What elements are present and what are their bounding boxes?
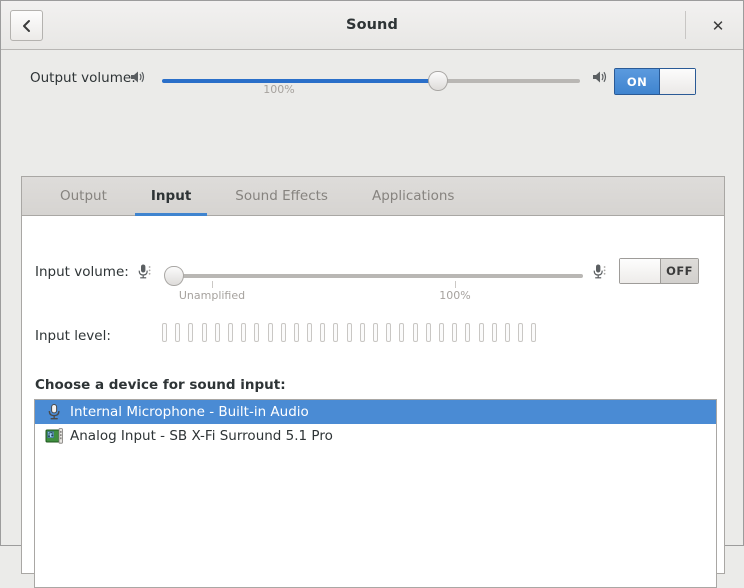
slider-trough xyxy=(438,79,580,83)
tab-output[interactable]: Output xyxy=(38,177,129,215)
page-title: Sound xyxy=(1,17,743,33)
input-level-segment xyxy=(254,323,259,342)
sound-settings-window: Sound ✕ Output volume: 100% xyxy=(0,0,744,546)
output-volume-toggle[interactable]: ON xyxy=(614,68,696,95)
chevron-left-icon xyxy=(21,19,32,33)
input-level-segment xyxy=(452,323,457,342)
input-level-segment xyxy=(175,323,180,342)
input-level-segment xyxy=(215,323,220,342)
input-level-segment xyxy=(518,323,523,342)
output-volume-label: Output volume: xyxy=(30,70,136,86)
input-level-segment xyxy=(241,323,246,342)
tab-label: Input xyxy=(151,188,191,204)
input-volume-toggle[interactable]: OFF xyxy=(619,258,699,284)
input-level-segment xyxy=(307,323,312,342)
input-level-segment xyxy=(531,323,536,342)
toggle-knob xyxy=(659,69,695,94)
microphone-icon xyxy=(137,263,153,284)
close-button[interactable]: ✕ xyxy=(705,13,731,39)
toggle-state-label: OFF xyxy=(661,259,698,283)
tab-label: Sound Effects xyxy=(235,188,328,204)
tab-sound-effects[interactable]: Sound Effects xyxy=(213,177,350,215)
output-volume-slider[interactable] xyxy=(162,78,580,84)
slider-tick xyxy=(455,281,456,288)
settings-notebook: Output Input Sound Effects Applications … xyxy=(21,176,725,574)
input-level-segment xyxy=(373,323,378,342)
slider-mark-label: 100% xyxy=(415,289,495,302)
output-volume-row: Output volume: 100% xyxy=(1,50,744,126)
input-level-segment xyxy=(347,323,352,342)
microphone-icon xyxy=(43,401,65,423)
input-level-segment xyxy=(360,323,365,342)
input-volume-label: Input volume: xyxy=(35,264,129,280)
tab-label: Output xyxy=(60,188,107,204)
input-level-segment xyxy=(228,323,233,342)
tab-applications[interactable]: Applications xyxy=(350,177,476,215)
sound-card-icon xyxy=(43,425,65,447)
input-level-segment xyxy=(294,323,299,342)
device-name: Analog Input - SB X-Fi Surround 5.1 Pro xyxy=(70,428,333,444)
list-item[interactable]: Analog Input - SB X-Fi Surround 5.1 Pro xyxy=(35,424,716,448)
speaker-volume-icon xyxy=(592,69,610,89)
input-level-segment xyxy=(333,323,338,342)
slider-mark-label: Unamplified xyxy=(162,289,262,302)
output-volume-value: 100% xyxy=(239,83,319,96)
close-icon: ✕ xyxy=(712,19,725,34)
titlebar: Sound ✕ xyxy=(1,1,743,50)
input-level-segment xyxy=(465,323,470,342)
input-level-segment xyxy=(188,323,193,342)
speaker-volume-icon xyxy=(130,69,148,89)
back-button[interactable] xyxy=(10,10,43,41)
input-level-segment xyxy=(320,323,325,342)
device-name: Internal Microphone - Built-in Audio xyxy=(70,404,309,420)
input-level-segment xyxy=(439,323,444,342)
input-level-segment xyxy=(399,323,404,342)
slider-handle[interactable] xyxy=(428,71,448,91)
input-level-segment xyxy=(413,323,418,342)
input-level-segment xyxy=(202,323,207,342)
slider-trough xyxy=(167,274,583,278)
input-level-segment xyxy=(505,323,510,342)
microphone-icon xyxy=(592,263,608,284)
input-level-segment xyxy=(268,323,273,342)
input-level-segment xyxy=(426,323,431,342)
titlebar-separator xyxy=(685,11,686,39)
input-level-segment xyxy=(492,323,497,342)
slider-tick xyxy=(212,281,213,288)
window-body: Output volume: 100% xyxy=(1,50,743,545)
input-volume-slider[interactable]: Unamplified 100% xyxy=(167,273,583,279)
input-level-segment xyxy=(281,323,286,342)
input-level-segment xyxy=(479,323,484,342)
tab-panel-input: Input volume: xyxy=(22,216,724,573)
list-item[interactable]: Internal Microphone - Built-in Audio xyxy=(35,400,716,424)
tab-label: Applications xyxy=(372,188,454,204)
toggle-knob xyxy=(620,259,661,283)
toggle-state-label: ON xyxy=(615,69,659,94)
input-level-meter xyxy=(162,323,536,342)
slider-handle[interactable] xyxy=(164,266,184,286)
device-list[interactable]: Internal Microphone - Built-in Audio xyxy=(34,399,717,588)
input-level-segment xyxy=(162,323,167,342)
tab-input[interactable]: Input xyxy=(129,177,213,215)
input-level-segment xyxy=(386,323,391,342)
device-chooser-label: Choose a device for sound input: xyxy=(35,377,286,393)
input-level-label: Input level: xyxy=(35,328,111,344)
tab-bar: Output Input Sound Effects Applications xyxy=(22,177,724,216)
